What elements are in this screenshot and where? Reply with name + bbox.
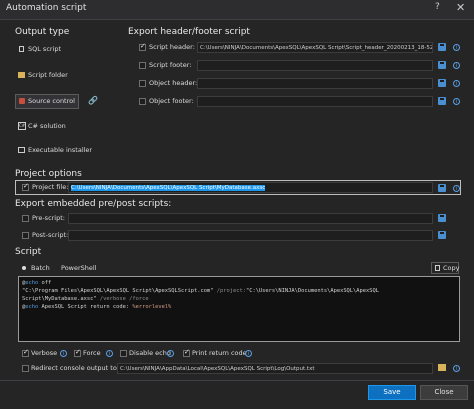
pre-script-label: Pre-script: [32, 214, 65, 222]
disable-echo-checkbox[interactable] [120, 350, 127, 357]
script-footer-checkbox[interactable] [139, 62, 146, 69]
info-icon[interactable]: i [60, 350, 67, 357]
info-icon[interactable]: i [453, 80, 460, 87]
object-footer-checkbox[interactable] [139, 98, 146, 105]
output-sql-script[interactable]: SQL script [16, 43, 78, 56]
code-echo: echo [25, 304, 39, 310]
info-icon[interactable]: i [106, 350, 113, 357]
output-item-label: SQL script [28, 45, 62, 53]
post-script-checkbox[interactable] [22, 232, 29, 239]
script-heading: Script [15, 247, 42, 257]
cancel-button[interactable]: Close [420, 385, 468, 400]
save-icon[interactable] [438, 184, 446, 192]
copy-icon [435, 265, 440, 271]
script-icon [19, 46, 24, 52]
info-icon[interactable]: i [453, 98, 460, 105]
code-text: off [38, 280, 52, 286]
copy-label: Copy [443, 264, 460, 272]
object-footer-path[interactable] [197, 96, 433, 107]
installer-icon [18, 147, 25, 153]
script-header-label: Script header: [149, 43, 195, 51]
info-icon[interactable]: i [453, 44, 460, 51]
object-footer-label: Object footer: [149, 97, 194, 105]
redirect-label: Redirect console output to file: [31, 364, 131, 372]
print-return-code-checkbox[interactable] [183, 348, 190, 357]
help-button[interactable]: ? [435, 2, 440, 12]
info-icon[interactable]: i [245, 350, 252, 357]
script-header-checkbox[interactable] [139, 42, 146, 51]
verbose-label: Verbose [31, 349, 58, 357]
footer-divider [0, 380, 474, 381]
save-button[interactable]: Save [368, 385, 416, 400]
save-icon[interactable] [438, 97, 446, 105]
source-control-icon [19, 98, 25, 104]
redirect-path[interactable]: C:\Users\NINJA\AppData\Local\ApexSQL\Ape… [117, 363, 433, 374]
code-echo: echo [25, 280, 39, 286]
verbose-checkbox[interactable] [22, 348, 29, 357]
folder-icon [18, 72, 25, 78]
powershell-tab[interactable]: PowerShell [61, 264, 97, 272]
print-return-code-label: Print return code [192, 349, 247, 357]
redirect-checkbox[interactable] [22, 365, 29, 372]
selected-path-text: C:\Users\NINJA\Documents\ApexSQL\ApexSQL… [71, 185, 266, 191]
output-script-folder[interactable]: Script folder [16, 69, 78, 82]
project-file-label: Project file: [32, 183, 69, 191]
info-icon[interactable]: i [453, 365, 460, 372]
link-icon[interactable]: 🔗 [88, 96, 98, 105]
post-script-label: Post-script: [32, 231, 69, 239]
embedded-heading: Export embedded pre/post scripts: [15, 199, 172, 209]
code-variable: %errorlevel% [132, 304, 172, 310]
output-csharp-solution[interactable]: C# C# solution [16, 120, 78, 133]
code-text: "C:\Users\NINJA\Documents\ApexSQL\ApexSQ… [245, 288, 380, 294]
output-item-label: C# solution [28, 122, 66, 130]
info-icon[interactable]: i [453, 185, 460, 192]
output-executable-installer[interactable]: Executable installer [16, 144, 96, 157]
copy-button[interactable]: Copy [431, 262, 460, 274]
code-text: ApexSQL Script return code: [38, 304, 133, 310]
info-icon[interactable]: i [167, 350, 174, 357]
script-footer-label: Script footer: [149, 61, 192, 69]
object-header-label: Object header: [149, 79, 198, 87]
code-switch: /project: [213, 288, 246, 294]
force-checkbox[interactable] [74, 348, 81, 357]
info-icon[interactable]: i [453, 62, 460, 69]
output-source-control[interactable]: Source control [15, 94, 79, 109]
output-item-label: Script folder [28, 71, 68, 79]
close-icon[interactable]: ✕ [456, 1, 465, 14]
output-item-label: Executable installer [28, 146, 93, 154]
title-bar: Automation script ? ✕ [0, 0, 474, 20]
object-header-path[interactable] [197, 78, 433, 89]
project-file-checkbox[interactable] [22, 182, 29, 191]
force-label: Force [83, 349, 101, 357]
pre-script-path[interactable] [68, 213, 433, 224]
window-title: Automation script [6, 3, 87, 13]
save-icon[interactable] [438, 79, 446, 87]
csharp-icon: C# [18, 122, 26, 130]
code-switch: /verbose /force [96, 296, 149, 302]
disable-echo-label: Disable echo [129, 349, 171, 357]
pre-script-checkbox[interactable] [22, 215, 29, 222]
export-header-footer-heading: Export header/footer script [128, 27, 250, 37]
folder-icon[interactable] [438, 364, 446, 371]
object-header-checkbox[interactable] [139, 80, 146, 87]
post-script-path[interactable] [68, 230, 433, 241]
script-preview[interactable]: @echo off "C:\Program Files\ApexSQL\Apex… [18, 276, 460, 342]
batch-label: Batch [31, 264, 50, 272]
code-text: Script\MyDatabase.axsc" [22, 296, 97, 302]
output-item-label: Source control [28, 97, 75, 105]
script-footer-path[interactable] [197, 60, 433, 71]
script-header-path[interactable]: C:\Users\NINJA\Documents\ApexSQL\ApexSQL… [197, 42, 433, 53]
code-text: "C:\Program Files\ApexSQL\ApexSQL Script… [22, 288, 214, 294]
project-file-path[interactable]: C:\Users\NINJA\Documents\ApexSQL\ApexSQL… [68, 182, 433, 193]
project-options-heading: Project options [15, 169, 82, 179]
save-icon[interactable] [438, 214, 446, 222]
save-icon[interactable] [438, 61, 446, 69]
save-icon[interactable] [438, 43, 446, 51]
batch-radio[interactable] [22, 266, 26, 270]
output-type-heading: Output type [15, 27, 70, 37]
save-icon[interactable] [438, 231, 446, 239]
